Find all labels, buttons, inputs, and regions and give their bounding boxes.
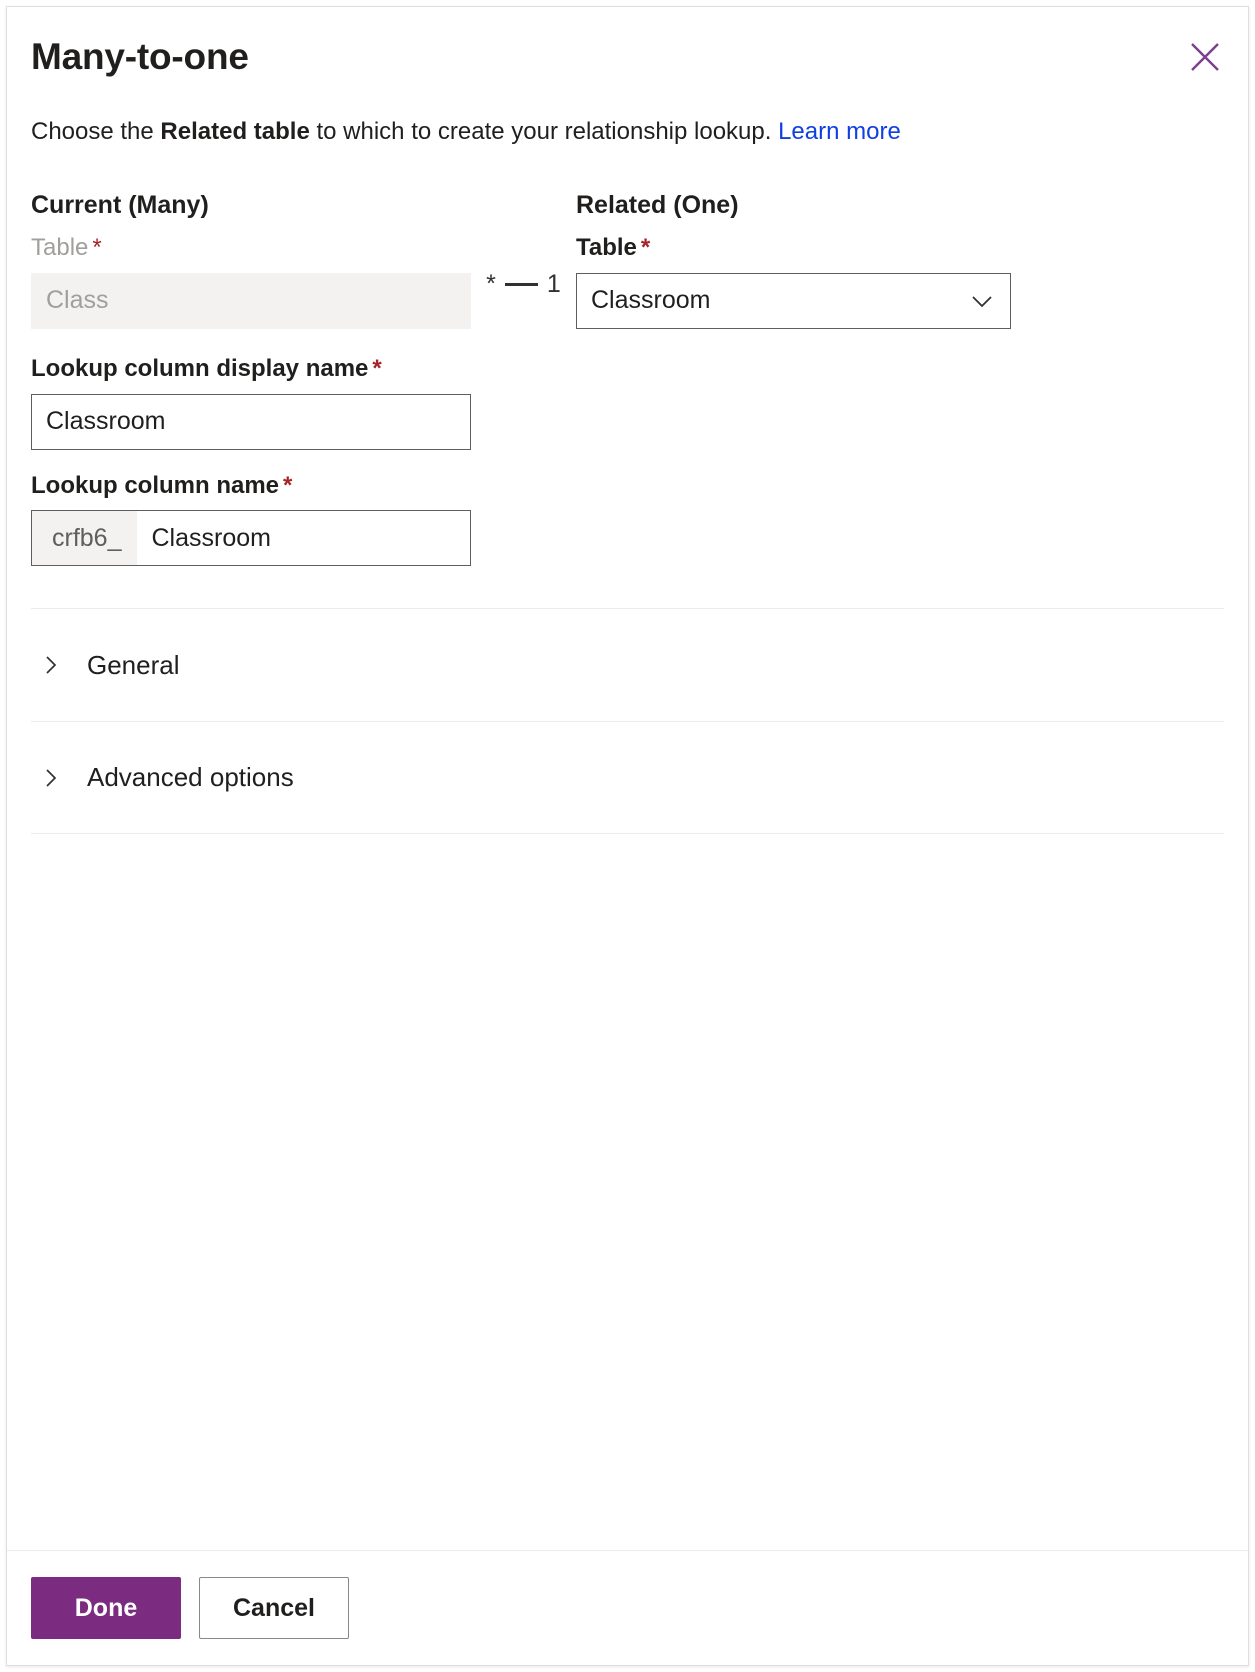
current-table-field: Class	[31, 272, 471, 329]
related-one-column: Related (One) Table * Classroom	[576, 190, 1011, 329]
current-table-label: Table *	[31, 234, 471, 263]
tables-row: Current (Many) Table * Class * 1 Related…	[31, 190, 1224, 329]
lookup-name-value: Classroom	[151, 523, 271, 552]
related-table-required-asterisk: *	[640, 234, 651, 262]
lookup-name-label: Lookup column name *	[31, 472, 471, 501]
lookup-display-name-label: Lookup column display name *	[31, 355, 471, 384]
dialog-footer: Done Cancel	[7, 1550, 1248, 1665]
current-section-heading: Current (Many)	[31, 191, 209, 220]
close-button[interactable]	[1182, 34, 1228, 80]
lookup-display-name-input[interactable]: Classroom	[31, 393, 471, 450]
chevron-down-icon[interactable]	[962, 281, 1002, 321]
cancel-button[interactable]: Cancel	[199, 1577, 349, 1639]
accordion-advanced-options[interactable]: Advanced options	[31, 721, 1224, 835]
current-table-label-text: Table	[31, 234, 89, 262]
screen: Many-to-one Choose the Related table to …	[0, 0, 1255, 1672]
dialog-body: Current (Many) Table * Class * 1 Related…	[7, 148, 1248, 1550]
related-table-dropdown[interactable]: Classroom	[576, 272, 1011, 329]
lookup-display-name-value: Classroom	[46, 407, 166, 436]
dialog-header: Many-to-one	[7, 7, 1248, 78]
learn-more-link[interactable]: Learn more	[778, 118, 901, 145]
current-table-required-asterisk: *	[92, 234, 102, 262]
lookup-display-name-required-asterisk: *	[372, 354, 382, 382]
related-table-label-text: Table	[576, 234, 637, 262]
lookup-name-label-text: Lookup column name	[31, 471, 280, 499]
lookup-name-required-asterisk: *	[283, 471, 293, 499]
relationship-line	[504, 283, 538, 287]
related-table-label: Table *	[576, 234, 1011, 263]
lookup-name-input[interactable]: crfb6_ Classroom	[31, 510, 471, 567]
close-icon	[1188, 40, 1222, 74]
lookup-name-prefix: crfb6_	[32, 511, 138, 566]
many-to-one-dialog: Many-to-one Choose the Related table to …	[6, 6, 1249, 1666]
lookup-display-name-group: Lookup column display name * Classroom	[31, 355, 471, 450]
done-button[interactable]: Done	[31, 1577, 181, 1639]
accordion-general[interactable]: General	[31, 608, 1224, 721]
related-table-value: Classroom	[591, 286, 711, 315]
current-table-value: Class	[46, 286, 109, 315]
accordion-advanced-options-label: Advanced options	[87, 762, 294, 793]
lookup-name-group: Lookup column name * crfb6_ Classroom	[31, 472, 471, 567]
chevron-right-icon	[37, 651, 65, 679]
dialog-description: Choose the Related table to which to cre…	[7, 78, 1248, 148]
chevron-right-icon	[37, 764, 65, 792]
many-symbol: *	[486, 270, 496, 299]
one-symbol: 1	[546, 270, 561, 299]
relationship-indicator: * 1	[471, 190, 576, 299]
accordion-general-label: General	[87, 649, 180, 680]
description-bold: Related table	[160, 117, 310, 145]
lookup-display-name-label-text: Lookup column display name	[31, 354, 369, 382]
current-many-column: Current (Many) Table * Class	[31, 190, 471, 329]
related-section-heading: Related (One)	[576, 191, 739, 220]
page-title: Many-to-one	[31, 36, 249, 77]
description-prefix: Choose the	[31, 117, 161, 145]
accordion-list: General Advanced options	[31, 608, 1224, 835]
description-suffix: to which to create your relationship loo…	[309, 117, 779, 145]
